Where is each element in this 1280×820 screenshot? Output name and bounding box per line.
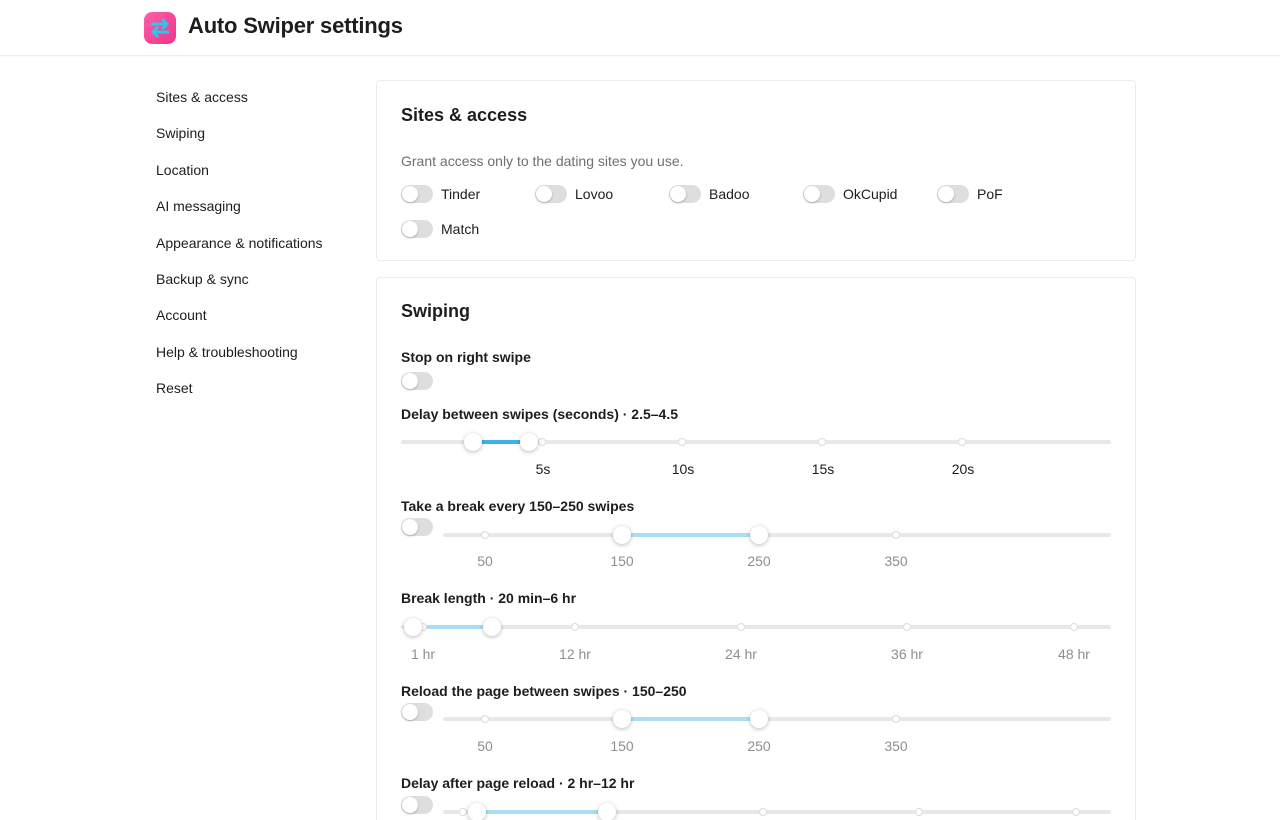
delay-after-reload-label: Delay after page reload · 2 hr–12 hr [401, 775, 635, 791]
stop-on-right-swipe-toggle[interactable] [401, 372, 433, 390]
sidebar-item-location[interactable]: Location [156, 162, 209, 178]
site-label-match: Match [441, 221, 480, 237]
tick-label: 150 [610, 738, 634, 754]
break-length-max-handle[interactable] [483, 618, 501, 636]
site-label-lovoo: Lovoo [575, 186, 614, 202]
toggle-match[interactable] [401, 220, 433, 238]
app-header: Auto Swiper settings [0, 0, 1280, 56]
sidebar-item-ai-messaging[interactable]: AI messaging [156, 198, 241, 214]
sidebar-item-sites-access[interactable]: Sites & access [156, 89, 248, 105]
toggle-tinder[interactable] [401, 185, 433, 203]
tick-label: 150 [610, 553, 634, 569]
sidebar-item-appearance-notifications[interactable]: Appearance & notifications [156, 235, 323, 251]
tick-label: 350 [884, 738, 908, 754]
site-label-tinder: Tinder [441, 186, 481, 202]
site-label-badoo: Badoo [709, 186, 750, 202]
toggle-lovoo[interactable] [535, 185, 567, 203]
tick-label: 1 hr [410, 646, 436, 662]
swiping-card: Swiping Stop on right swipe Delay betwee… [376, 277, 1136, 820]
tick-label: 15s [811, 461, 835, 477]
sites-access-card: Sites & access Grant access only to the … [376, 80, 1136, 261]
tick-label: 12 hr [559, 646, 591, 662]
reload-page-toggle[interactable] [401, 703, 433, 721]
delay-after-reload-min-handle[interactable] [468, 803, 486, 820]
tick-label: 350 [884, 553, 908, 569]
tick-label: 10s [671, 461, 695, 477]
site-label-okcupid: OkCupid [843, 186, 898, 202]
tick-label: 50 [477, 738, 493, 754]
break-every-max-handle[interactable] [750, 526, 768, 544]
delay-after-reload-slider[interactable] [443, 803, 1111, 820]
delay-between-swipes-label: Delay between swipes (seconds) · 2.5–4.5 [401, 406, 679, 422]
swiping-section-title: Swiping [401, 301, 470, 321]
delay-between-swipes-slider[interactable] [401, 433, 1111, 451]
delay-max-handle[interactable] [520, 433, 538, 451]
delay-after-reload-max-handle[interactable] [598, 803, 616, 820]
tick-label: 5s [535, 461, 551, 477]
tick-label: 20s [951, 461, 975, 477]
delay-after-reload-toggle[interactable] [401, 796, 433, 814]
break-every-label: Take a break every 150–250 swipes [401, 498, 635, 514]
break-length-min-handle[interactable] [404, 618, 422, 636]
site-label-pof: PoF [977, 186, 1003, 202]
delay-min-handle[interactable] [464, 433, 482, 451]
reload-page-label: Reload the page between swipes · 150–250 [401, 683, 687, 699]
break-length-slider[interactable] [401, 618, 1111, 636]
sidebar-item-swiping[interactable]: Swiping [156, 125, 205, 141]
sidebar-item-account[interactable]: Account [156, 307, 207, 323]
sidebar-item-help-troubleshooting[interactable]: Help & troubleshooting [156, 344, 298, 360]
reload-page-max-handle[interactable] [750, 710, 768, 728]
sidebar-item-backup-sync[interactable]: Backup & sync [156, 271, 249, 287]
break-every-toggle[interactable] [401, 518, 433, 536]
toggle-okcupid[interactable] [803, 185, 835, 203]
break-every-min-handle[interactable] [613, 526, 631, 544]
tick-label: 250 [747, 553, 771, 569]
break-length-label: Break length · 20 min–6 hr [401, 590, 577, 606]
swap-arrows-icon [144, 12, 176, 44]
toggle-pof[interactable] [937, 185, 969, 203]
reload-page-min-handle[interactable] [613, 710, 631, 728]
tick-label: 50 [477, 553, 493, 569]
sites-description: Grant access only to the dating sites yo… [401, 153, 684, 169]
reload-page-slider[interactable] [443, 710, 1111, 728]
tick-label: 250 [747, 738, 771, 754]
sites-section-title: Sites & access [401, 105, 528, 125]
sidebar-item-reset[interactable]: Reset [156, 380, 193, 396]
tick-label: 36 hr [891, 646, 923, 662]
stop-on-right-swipe-label: Stop on right swipe [401, 349, 531, 365]
toggle-badoo[interactable] [669, 185, 701, 203]
break-every-slider[interactable] [443, 526, 1111, 544]
page-title: Auto Swiper settings [188, 13, 403, 38]
tick-label: 24 hr [725, 646, 757, 662]
tick-label: 48 hr [1058, 646, 1090, 662]
